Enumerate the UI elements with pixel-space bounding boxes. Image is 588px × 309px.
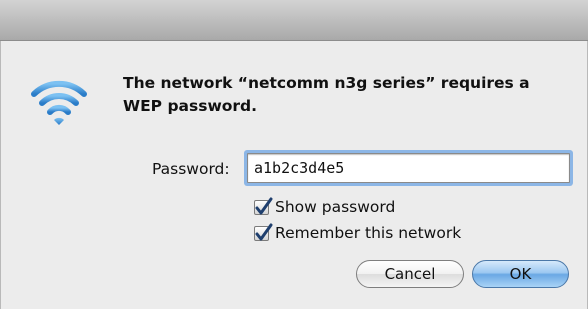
remember-network-checkbox-row[interactable]: Remember this network bbox=[254, 222, 461, 244]
remember-network-label: Remember this network bbox=[275, 224, 462, 242]
remember-network-checkbox[interactable] bbox=[254, 223, 273, 241]
wifi-icon bbox=[31, 80, 87, 125]
password-label: Password: bbox=[152, 160, 230, 178]
show-password-checkbox[interactable] bbox=[254, 197, 273, 215]
password-field[interactable]: a1b2c3d4e5 bbox=[247, 153, 570, 183]
cancel-button[interactable]: Cancel bbox=[356, 260, 464, 288]
window-titlebar[interactable] bbox=[0, 0, 588, 41]
dialog-message: The network “netcomm n3g series” require… bbox=[123, 74, 530, 115]
dialog-left-edge bbox=[0, 41, 1, 309]
ok-button[interactable]: OK bbox=[472, 260, 569, 288]
show-password-label: Show password bbox=[275, 198, 396, 216]
checkmark-icon bbox=[255, 223, 273, 240]
show-password-checkbox-row[interactable]: Show password bbox=[254, 196, 395, 218]
checkmark-icon bbox=[255, 197, 273, 214]
